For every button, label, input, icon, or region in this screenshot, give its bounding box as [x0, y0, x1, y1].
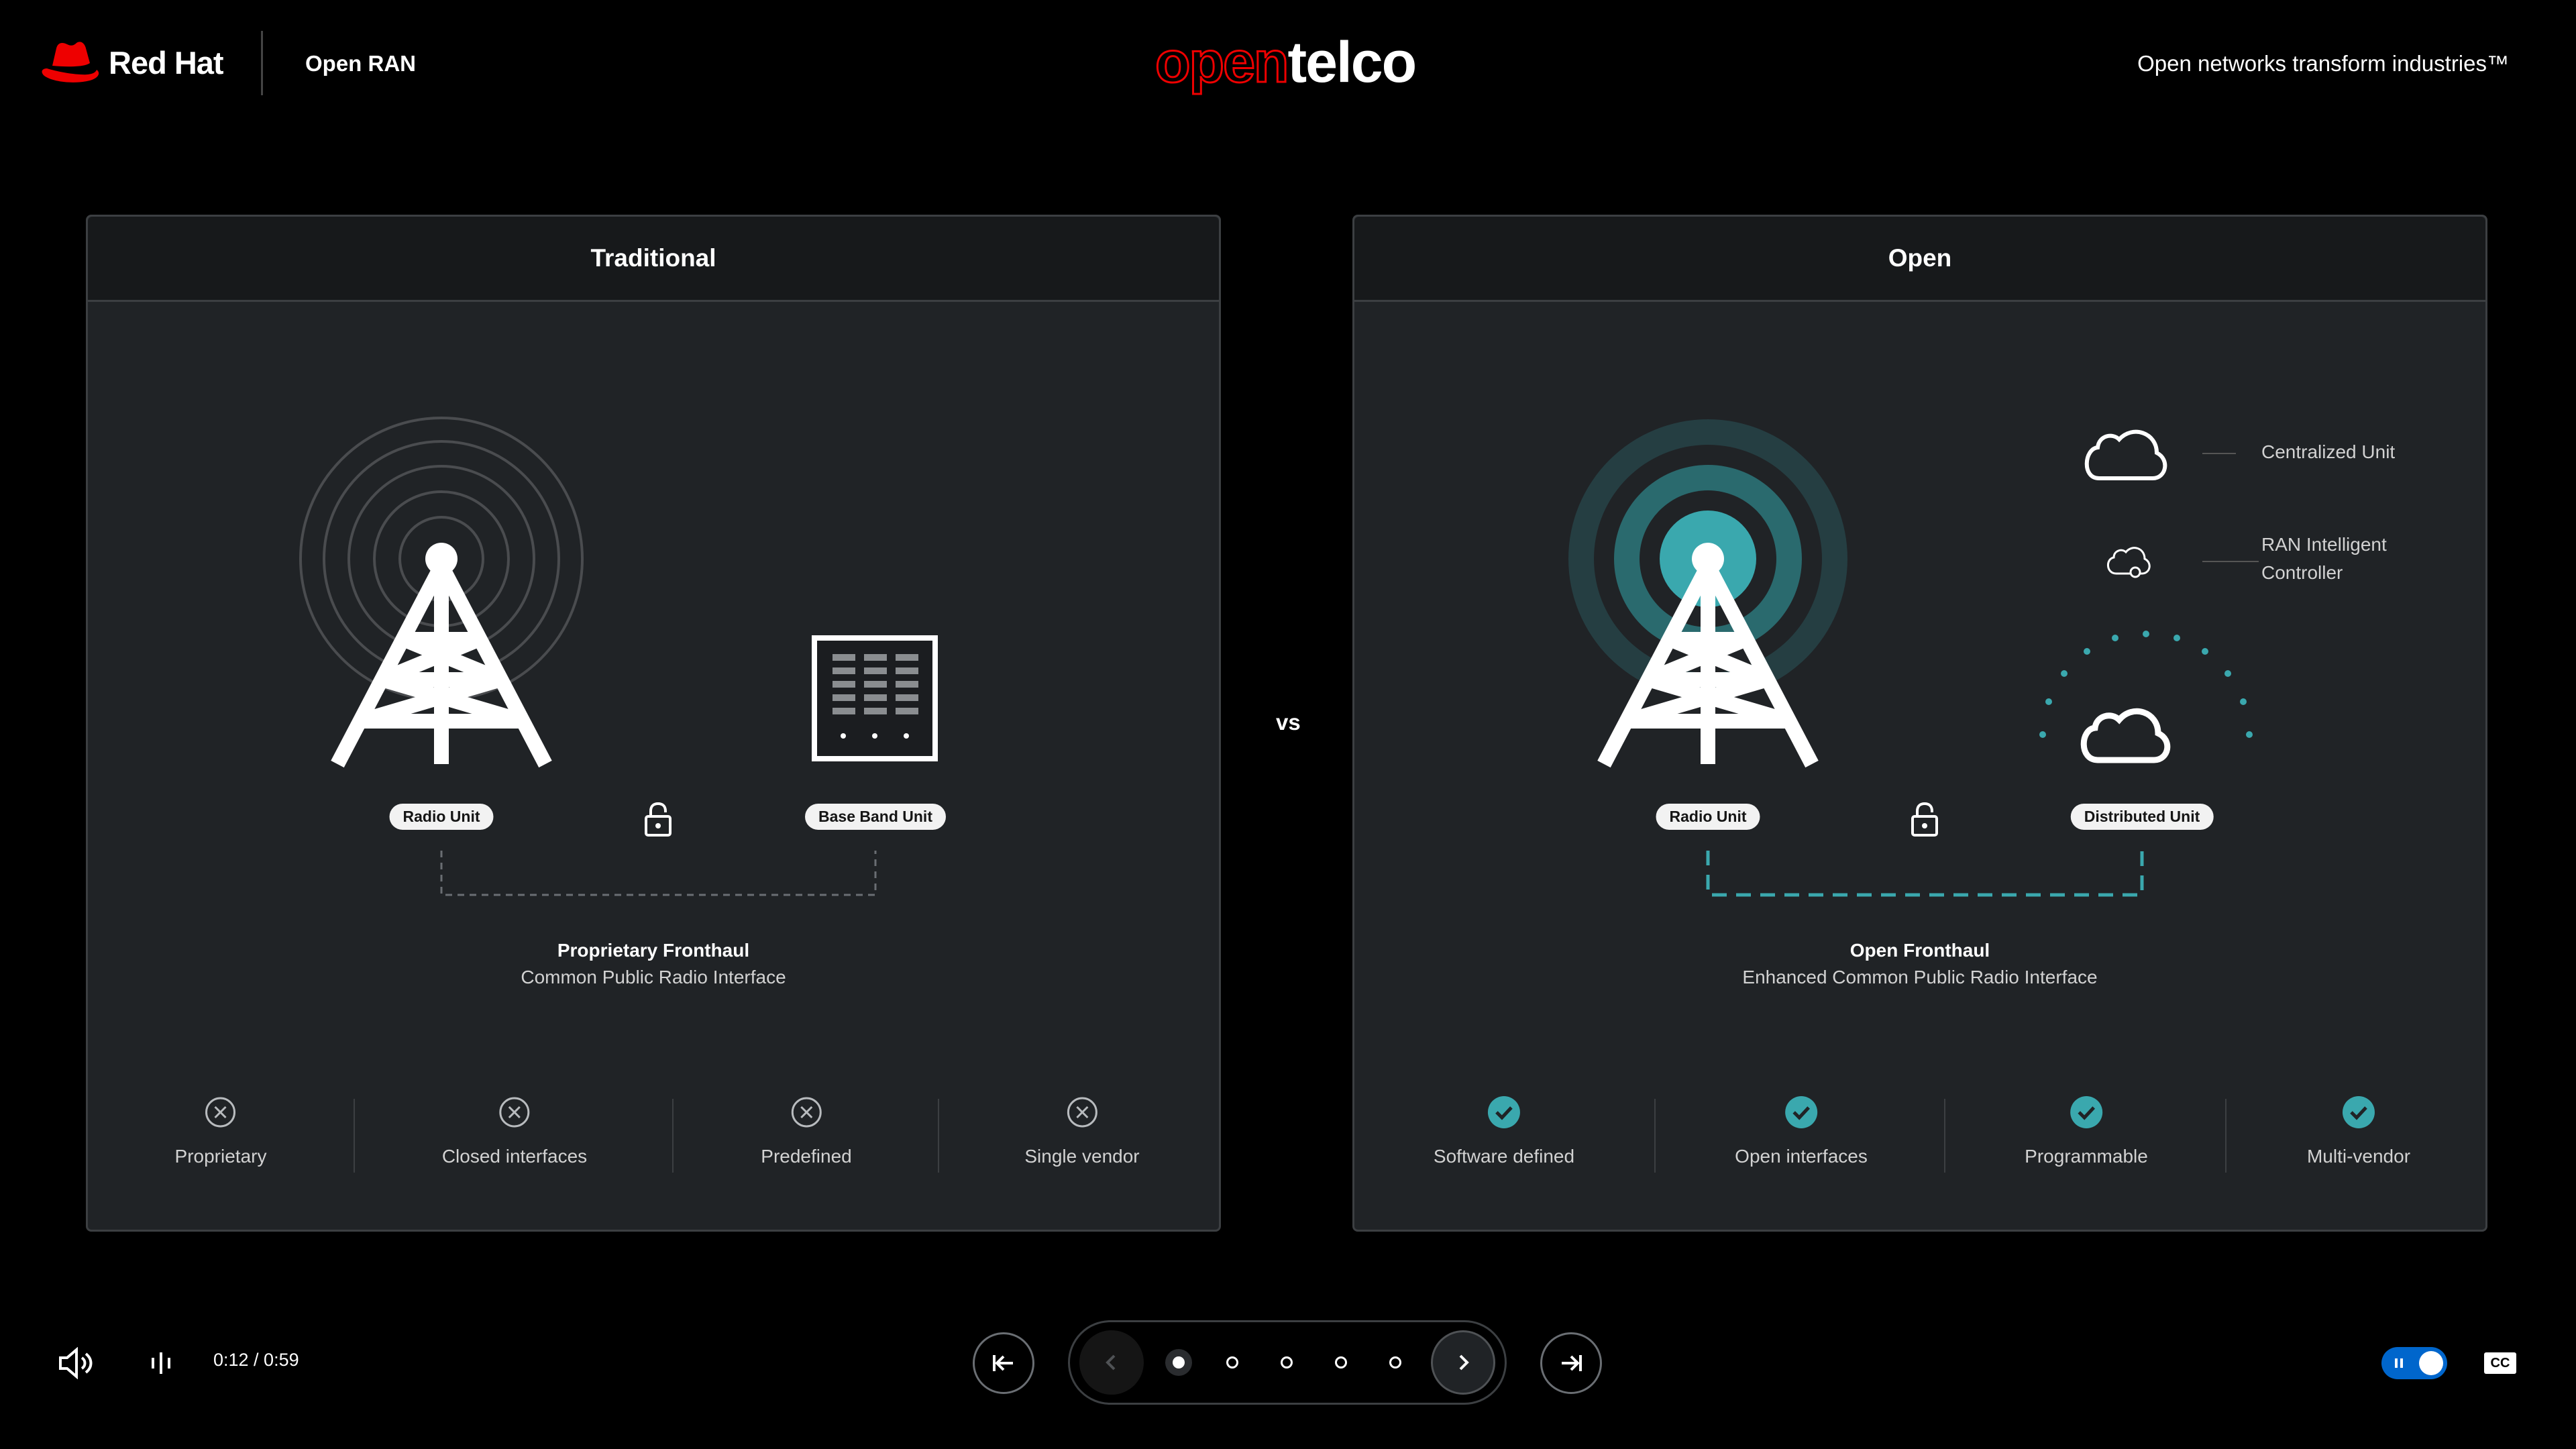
first-slide-button[interactable] — [973, 1332, 1034, 1394]
tagline: Open networks transform industries™ — [2137, 51, 2509, 76]
feature-label: Closed interfaces — [441, 1146, 588, 1167]
open-fronthaul: Open Fronthaul Enhanced Common Public Ra… — [1354, 940, 2485, 988]
radio-unit-label: Radio Unit — [389, 804, 494, 830]
fronthaul-title: Open Fronthaul — [1849, 940, 1990, 961]
closed-captions-button[interactable]: CC — [2484, 1352, 2516, 1374]
feature-label: Proprietary — [174, 1146, 267, 1167]
header-divider — [261, 31, 263, 95]
red-hat-icon — [42, 42, 99, 83]
playback-time: 0:12 / 0:59 — [213, 1350, 299, 1370]
tower-top — [425, 543, 458, 575]
next-slide-button[interactable] — [1431, 1330, 1495, 1395]
traditional-features: Proprietary Closed interfaces Predefined… — [88, 1095, 1219, 1189]
x-circle-icon — [791, 1097, 822, 1128]
x-circle-icon — [499, 1097, 530, 1128]
feature-divider — [938, 1099, 939, 1173]
lock-icon — [645, 802, 672, 837]
unlock-icon — [1911, 802, 1938, 837]
fronthaul-connector — [1706, 851, 2144, 897]
traditional-diagram — [299, 417, 938, 896]
toggle-knob — [2419, 1351, 2443, 1375]
feature-label: Predefined — [761, 1146, 852, 1167]
feature-divider — [354, 1099, 355, 1173]
audio-description-icon[interactable] — [149, 1350, 173, 1377]
x-circle-icon — [1067, 1097, 1097, 1128]
base-band-unit-icon — [812, 635, 938, 761]
feature-label: Programmable — [2025, 1146, 2148, 1167]
volume-icon[interactable] — [58, 1347, 95, 1379]
pause-icon — [2395, 1358, 2403, 1368]
fronthaul-title: Proprietary Fronthaul — [557, 940, 750, 961]
centralized-unit-leader — [2202, 453, 2236, 454]
feature-divider — [2225, 1099, 2226, 1173]
dotted-arc — [2039, 631, 2253, 738]
check-circle-icon — [2070, 1096, 2102, 1128]
ric-label-line1: RAN Intelligent — [2261, 534, 2387, 555]
opentelco-logo: opentelco — [1154, 33, 1417, 93]
feature-software-defined: Software defined — [1434, 1095, 1574, 1167]
feature-predefined: Predefined — [761, 1095, 852, 1167]
feature-programmable: Programmable — [2025, 1095, 2148, 1167]
slide-dot-2[interactable] — [1226, 1356, 1238, 1368]
ric-leader — [2202, 561, 2259, 562]
tower-icon — [331, 561, 552, 768]
cloud-icon — [2080, 708, 2171, 763]
traditional-panel: Traditional Radio Unit Base Band Unit Pr… — [86, 215, 1221, 1232]
feature-proprietary: Proprietary — [174, 1095, 267, 1167]
feature-divider — [1654, 1099, 1656, 1173]
feature-open-interfaces: Open interfaces — [1735, 1095, 1868, 1167]
centralized-unit-label: Centralized Unit — [2261, 441, 2396, 462]
brand-name: Red Hat — [109, 44, 224, 80]
feature-single-vendor: Single vendor — [1024, 1095, 1140, 1167]
chevron-left-icon — [1106, 1354, 1116, 1371]
base-band-unit-label: Base Band Unit — [805, 804, 946, 830]
fronthaul-connector — [440, 851, 877, 896]
feature-label: Multi-vendor — [2306, 1146, 2411, 1167]
check-circle-icon — [1784, 1096, 1817, 1128]
ric-label-line2: Controller — [2261, 562, 2343, 583]
fronthaul-subtitle: Enhanced Common Public Radio Interface — [1742, 967, 2098, 987]
previous-slide-button[interactable] — [1079, 1330, 1144, 1395]
feature-divider — [1944, 1099, 1945, 1173]
slide-dot-5[interactable] — [1389, 1356, 1401, 1368]
logo-open-text: open — [1154, 30, 1289, 95]
slide-dot-1[interactable] — [1165, 1349, 1192, 1376]
open-panel: Open Centralized Unit RAN Intelligent Co… — [1352, 215, 2487, 1232]
check-circle-icon — [1487, 1096, 1520, 1128]
feature-label: Open interfaces — [1735, 1146, 1868, 1167]
check-circle-icon — [2343, 1096, 2375, 1128]
open-diagram — [1568, 419, 2253, 897]
autoplay-toggle[interactable] — [2381, 1347, 2447, 1379]
logo-telco-text: telco — [1287, 30, 1417, 95]
vs-label: vs — [1276, 710, 1301, 735]
tower-top — [1692, 543, 1724, 575]
feature-label: Software defined — [1433, 1146, 1575, 1167]
chevron-right-icon — [1459, 1354, 1469, 1371]
slide-dot-3[interactable] — [1281, 1356, 1293, 1368]
fronthaul-subtitle: Common Public Radio Interface — [521, 967, 786, 987]
distributed-unit-label: Distributed Unit — [2070, 804, 2214, 830]
slide-dot-4[interactable] — [1335, 1356, 1347, 1368]
feature-multi-vendor: Multi-vendor — [2307, 1095, 2410, 1167]
last-slide-button[interactable] — [1540, 1332, 1602, 1394]
skip-to-end-icon — [1562, 1355, 1582, 1371]
feature-divider — [672, 1099, 674, 1173]
feature-label: Single vendor — [1024, 1146, 1140, 1167]
cloud-gear-icon — [2107, 547, 2151, 575]
cloud-icon — [2084, 429, 2167, 480]
open-features: Software defined Open interfaces Program… — [1354, 1095, 2485, 1189]
feature-closed-interfaces: Closed interfaces — [442, 1095, 587, 1167]
x-circle-icon — [205, 1097, 236, 1128]
radio-unit-label: Radio Unit — [1656, 804, 1760, 830]
slide-pager — [1068, 1320, 1507, 1405]
product-name: Open RAN — [305, 51, 416, 76]
red-hat-logo: Red Hat — [40, 39, 224, 86]
traditional-fronthaul: Proprietary Fronthaul Common Public Radi… — [88, 940, 1219, 988]
skip-to-start-icon — [993, 1355, 1013, 1371]
ric-label: RAN Intelligent Controller — [2261, 531, 2387, 587]
